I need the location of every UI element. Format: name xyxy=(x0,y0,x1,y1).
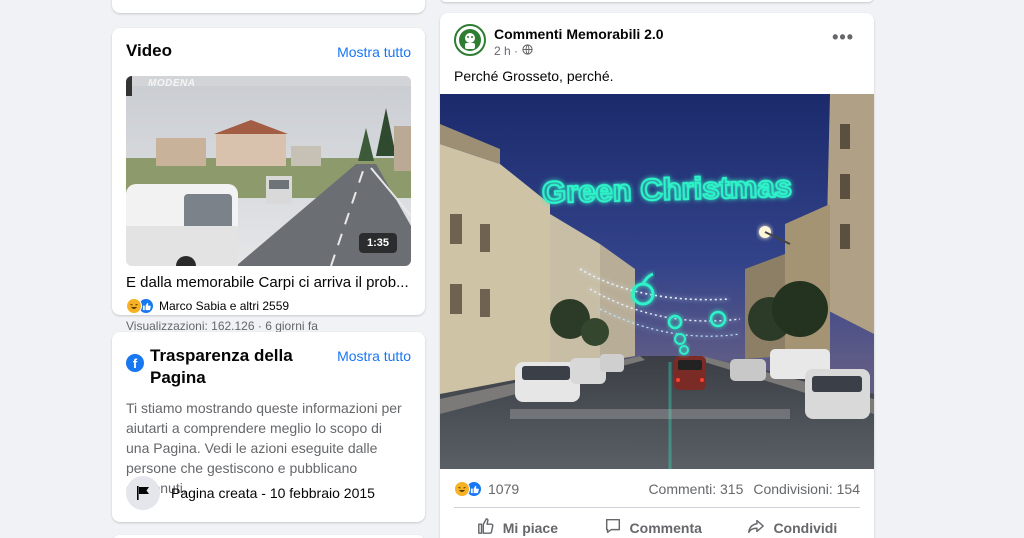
neon-sign-text: Green Christmas xyxy=(542,168,793,210)
video-duration: 1:35 xyxy=(358,233,397,253)
transparency-show-all-link[interactable]: Mostra tutto xyxy=(337,348,411,364)
post-reactions[interactable]: 1079 xyxy=(454,481,519,497)
globe-icon xyxy=(522,44,533,58)
video-card: Video Mostra tutto MODENA 1:35 E dalla m… xyxy=(112,28,425,333)
previous-card xyxy=(112,0,425,13)
comment-label: Commenta xyxy=(629,519,702,536)
comments-count-link[interactable]: Commenti: 315 xyxy=(648,481,743,497)
post-image[interactable]: Green Christmas xyxy=(440,94,874,469)
video-thumbnail[interactable]: MODENA 1:35 xyxy=(126,76,411,266)
page-transparency-card: f Trasparenza della Pagina Mostra tutto … xyxy=(112,332,425,522)
previous-post-card xyxy=(440,0,874,2)
post-more-options-icon[interactable]: ••• xyxy=(832,27,854,48)
haha-reaction-icon xyxy=(454,481,470,497)
like-button[interactable]: Mi piace xyxy=(467,513,568,538)
page-avatar[interactable] xyxy=(454,24,486,56)
share-label: Condividi xyxy=(773,519,838,536)
flag-icon xyxy=(126,476,160,510)
video-watermark: MODENA xyxy=(148,78,196,89)
haha-reaction-icon xyxy=(126,298,142,314)
transparency-title: Trasparenza della Pagina xyxy=(150,346,293,387)
video-title-link[interactable]: E dalla memorabile Carpi ci arriva il pr… xyxy=(126,274,411,291)
post-image-graphic: Green Christmas xyxy=(440,94,874,469)
share-button[interactable]: Condividi xyxy=(737,513,847,538)
video-show-all-link[interactable]: Mostra tutto xyxy=(337,44,411,60)
post-timestamp[interactable]: 2 h · xyxy=(494,44,518,58)
video-section-title: Video xyxy=(126,41,172,60)
shares-count-link[interactable]: Condivisioni: 154 xyxy=(753,481,860,497)
comment-icon xyxy=(604,517,622,538)
like-label: Mi piace xyxy=(502,519,559,536)
post-card: Commenti Memorabili 2.0 2 h · ••• Perché… xyxy=(440,13,874,538)
post-divider xyxy=(454,507,860,508)
video-views: Visualizzazioni: 162.126 · 6 giorni fa xyxy=(126,319,318,333)
post-meta: 2 h · xyxy=(494,44,533,58)
comment-button[interactable]: Commenta xyxy=(594,513,712,538)
share-icon xyxy=(747,517,765,538)
post-text: Perché Grosseto, perché. xyxy=(454,68,614,84)
page-created-text: Pagina creata - 10 febbraio 2015 xyxy=(171,485,375,501)
video-reactors-text: Marco Sabia e altri 2559 xyxy=(159,299,290,313)
video-reactions[interactable]: Marco Sabia e altri 2559 xyxy=(126,298,289,314)
post-actions: Mi piace Commenta Condividi xyxy=(454,513,860,538)
reaction-count: 1079 xyxy=(488,481,520,497)
thumbs-up-icon xyxy=(477,517,495,538)
page-created-row: Pagina creata - 10 febbraio 2015 xyxy=(126,476,375,510)
post-author-link[interactable]: Commenti Memorabili 2.0 xyxy=(494,26,664,42)
facebook-icon: f xyxy=(126,354,144,372)
post-stats: 1079 Commenti: 315 Condivisioni: 154 xyxy=(454,481,860,497)
